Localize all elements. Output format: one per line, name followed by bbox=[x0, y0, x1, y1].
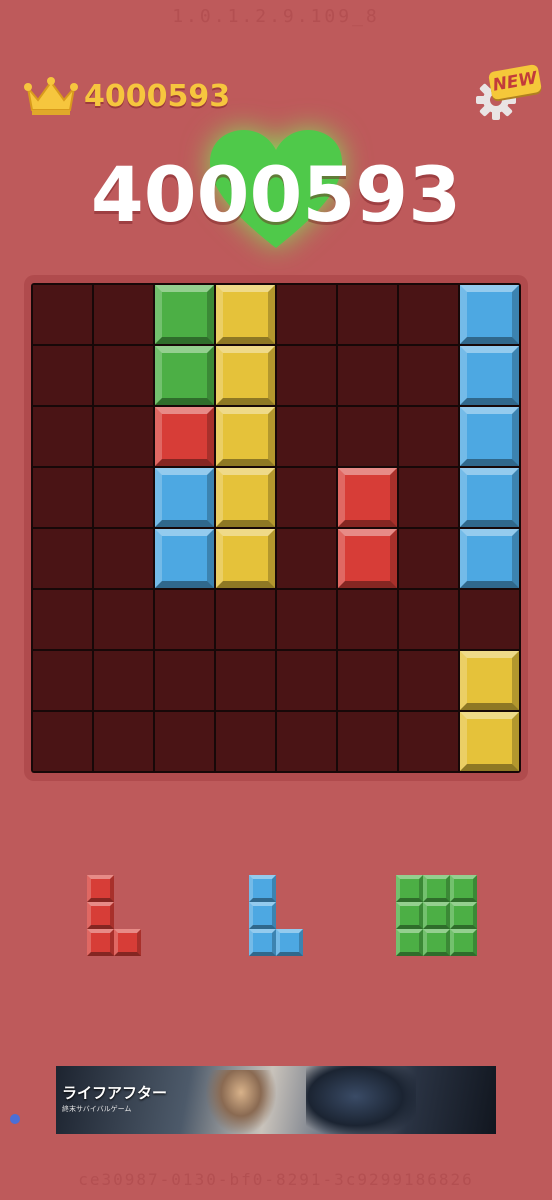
board-cell-empty[interactable] bbox=[399, 529, 458, 588]
board-block-blue[interactable] bbox=[460, 346, 519, 405]
board-cell-empty[interactable] bbox=[94, 712, 153, 771]
board-cell-empty[interactable] bbox=[216, 590, 275, 649]
board-cell-empty[interactable] bbox=[277, 407, 336, 466]
board-cell-empty[interactable] bbox=[33, 468, 92, 527]
board-block-yellow[interactable] bbox=[216, 285, 275, 344]
board-block-red[interactable] bbox=[338, 468, 397, 527]
ad-monster-image bbox=[306, 1066, 416, 1134]
board-cell-empty[interactable] bbox=[33, 590, 92, 649]
board-cell-empty[interactable] bbox=[399, 346, 458, 405]
board-cell-empty[interactable] bbox=[155, 712, 214, 771]
tray-block bbox=[396, 875, 423, 902]
crown-icon bbox=[24, 76, 78, 116]
board-cell-empty[interactable] bbox=[33, 346, 92, 405]
board-cell-empty[interactable] bbox=[33, 285, 92, 344]
board-block-yellow[interactable] bbox=[216, 346, 275, 405]
game-board[interactable] bbox=[31, 283, 521, 773]
board-cell-empty[interactable] bbox=[277, 468, 336, 527]
board-cell-empty[interactable] bbox=[155, 590, 214, 649]
new-badge: NEW bbox=[487, 63, 543, 101]
board-cell-empty[interactable] bbox=[338, 407, 397, 466]
tray-block bbox=[276, 929, 303, 956]
tray-block bbox=[423, 929, 450, 956]
board-cell-empty[interactable] bbox=[399, 590, 458, 649]
board-cell-empty[interactable] bbox=[338, 346, 397, 405]
settings-button[interactable]: NEW bbox=[474, 63, 544, 126]
board-cell-empty[interactable] bbox=[94, 285, 153, 344]
board-block-red[interactable] bbox=[155, 407, 214, 466]
board-cell-empty[interactable] bbox=[277, 590, 336, 649]
board-cell-empty[interactable] bbox=[33, 407, 92, 466]
tray-piece-red[interactable] bbox=[87, 875, 141, 956]
tray-block bbox=[423, 902, 450, 929]
board-cell-empty[interactable] bbox=[33, 712, 92, 771]
tray-block bbox=[249, 929, 276, 956]
tray-block bbox=[396, 929, 423, 956]
board-block-blue[interactable] bbox=[460, 468, 519, 527]
tray-piece-blue[interactable] bbox=[249, 875, 303, 956]
board-cell-empty[interactable] bbox=[216, 651, 275, 710]
ad-character-image bbox=[206, 1070, 276, 1134]
ad-subtitle: 終末サバイバルゲーム bbox=[62, 1105, 132, 1113]
board-cell-empty[interactable] bbox=[94, 529, 153, 588]
board-cell-empty[interactable] bbox=[277, 651, 336, 710]
board-cell-empty[interactable] bbox=[399, 285, 458, 344]
board-cell-empty[interactable] bbox=[399, 407, 458, 466]
tray-piece-green[interactable] bbox=[396, 875, 477, 956]
tray-block bbox=[450, 902, 477, 929]
board-cell-empty[interactable] bbox=[460, 590, 519, 649]
board-block-blue[interactable] bbox=[155, 468, 214, 527]
ad-banner[interactable]: ライフアフター 終末サバイバルゲーム bbox=[56, 1066, 496, 1134]
board-cell-empty[interactable] bbox=[338, 712, 397, 771]
board-block-yellow[interactable] bbox=[460, 712, 519, 771]
ad-info-dot[interactable] bbox=[10, 1114, 20, 1124]
board-cell-empty[interactable] bbox=[216, 712, 275, 771]
board-cell-empty[interactable] bbox=[94, 590, 153, 649]
board-cell-empty[interactable] bbox=[277, 346, 336, 405]
tray-block bbox=[396, 902, 423, 929]
tray-block bbox=[87, 875, 114, 902]
board-block-red[interactable] bbox=[338, 529, 397, 588]
tray-block bbox=[450, 929, 477, 956]
board-block-yellow[interactable] bbox=[216, 407, 275, 466]
board-cell-empty[interactable] bbox=[338, 651, 397, 710]
tray-block bbox=[249, 902, 276, 929]
best-score: 4000593 bbox=[84, 78, 231, 114]
overlay-bottom-text: ce30987-0130-bf0-8291-3c9299186826 bbox=[78, 1170, 474, 1189]
board-block-yellow[interactable] bbox=[460, 651, 519, 710]
board-block-yellow[interactable] bbox=[216, 529, 275, 588]
tray-block bbox=[450, 875, 477, 902]
board-cell-empty[interactable] bbox=[33, 529, 92, 588]
board-cell-empty[interactable] bbox=[338, 590, 397, 649]
tray-block bbox=[114, 929, 141, 956]
board-block-blue[interactable] bbox=[460, 285, 519, 344]
board-block-green[interactable] bbox=[155, 346, 214, 405]
board-cell-empty[interactable] bbox=[399, 712, 458, 771]
board-block-yellow[interactable] bbox=[216, 468, 275, 527]
board-cell-empty[interactable] bbox=[399, 468, 458, 527]
current-score: 4000593 bbox=[90, 150, 462, 239]
board-cell-empty[interactable] bbox=[155, 651, 214, 710]
board-cell-empty[interactable] bbox=[277, 712, 336, 771]
board-cell-empty[interactable] bbox=[277, 285, 336, 344]
board-cell-empty[interactable] bbox=[94, 468, 153, 527]
tray-block bbox=[423, 875, 450, 902]
tray-block bbox=[249, 875, 276, 902]
board-cell-empty[interactable] bbox=[94, 346, 153, 405]
board-block-blue[interactable] bbox=[460, 407, 519, 466]
overlay-top-text: 1.0.1.2.9.109_8 bbox=[172, 6, 380, 27]
tray-block bbox=[87, 902, 114, 929]
tray-block bbox=[87, 929, 114, 956]
board-cell-empty[interactable] bbox=[33, 651, 92, 710]
board-block-blue[interactable] bbox=[460, 529, 519, 588]
board-cell-empty[interactable] bbox=[94, 651, 153, 710]
board-cell-empty[interactable] bbox=[399, 651, 458, 710]
board-cell-empty[interactable] bbox=[338, 285, 397, 344]
board-cell-empty[interactable] bbox=[94, 407, 153, 466]
board-cell-empty[interactable] bbox=[277, 529, 336, 588]
ad-title: ライフアフター bbox=[62, 1084, 168, 1102]
board-block-green[interactable] bbox=[155, 285, 214, 344]
best-score-area: 4000593 bbox=[24, 74, 230, 118]
board-block-blue[interactable] bbox=[155, 529, 214, 588]
